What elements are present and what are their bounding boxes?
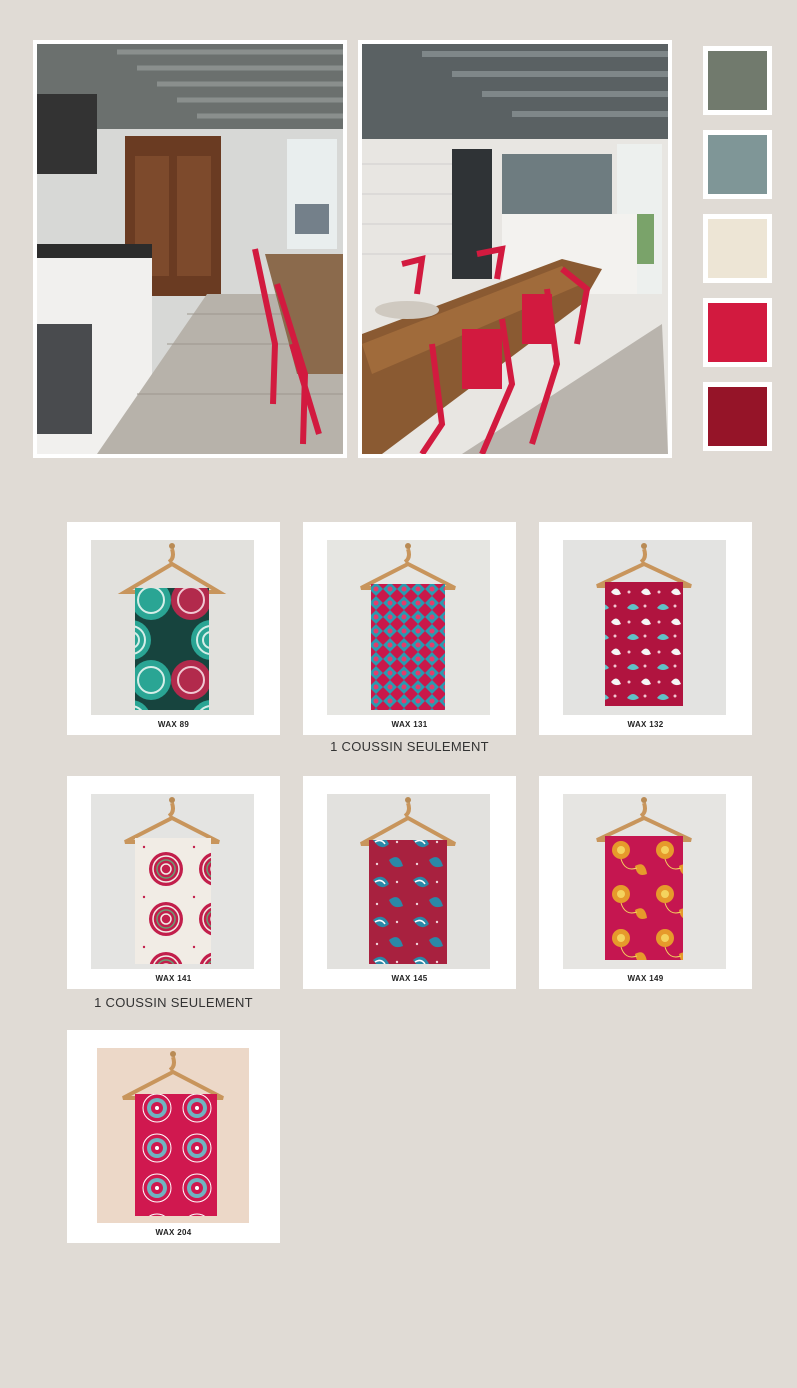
dining-photo bbox=[358, 40, 672, 458]
fabric-photo bbox=[563, 794, 726, 969]
fabric-label: WAX 145 bbox=[391, 974, 428, 983]
kitchen-photo bbox=[33, 40, 347, 458]
color-swatch bbox=[703, 382, 772, 451]
fabric-photo bbox=[97, 1048, 249, 1223]
fabric-card-wax-131[interactable]: WAX 131 bbox=[303, 522, 516, 735]
fabric-label: WAX 204 bbox=[155, 1228, 192, 1237]
fabric-card-wax-149[interactable]: WAX 149 bbox=[539, 776, 752, 989]
color-swatch bbox=[703, 130, 772, 199]
swatch-color bbox=[708, 51, 767, 110]
fabric-card-wax-132[interactable]: WAX 132 bbox=[539, 522, 752, 735]
fabric-card-wax-89[interactable]: WAX 89 bbox=[67, 522, 280, 735]
fabric-card-wax-141[interactable]: WAX 141 bbox=[67, 776, 280, 989]
fabric-photo bbox=[563, 540, 726, 715]
fabric-photo bbox=[327, 794, 490, 969]
color-swatch bbox=[703, 214, 772, 283]
fabric-label: WAX 149 bbox=[627, 974, 664, 983]
note-wax-141: 1 COUSSIN SEULEMENT bbox=[94, 995, 253, 1010]
fabric-photo bbox=[91, 794, 254, 969]
swatch-color bbox=[708, 303, 767, 362]
fabric-label: WAX 89 bbox=[157, 720, 190, 729]
swatch-color bbox=[708, 135, 767, 194]
color-swatch bbox=[703, 46, 772, 115]
fabric-card-wax-145[interactable]: WAX 145 bbox=[303, 776, 516, 989]
fabric-photo bbox=[91, 540, 254, 715]
fabric-photo bbox=[327, 540, 490, 715]
fabric-label: WAX 141 bbox=[155, 974, 192, 983]
note-wax-131: 1 COUSSIN SEULEMENT bbox=[330, 739, 489, 754]
fabric-label: WAX 132 bbox=[627, 720, 664, 729]
fabric-label: WAX 131 bbox=[391, 720, 428, 729]
swatch-color bbox=[708, 219, 767, 278]
fabric-card-wax-204[interactable]: WAX 204 bbox=[67, 1030, 280, 1243]
swatch-color bbox=[708, 387, 767, 446]
color-swatch bbox=[703, 298, 772, 367]
